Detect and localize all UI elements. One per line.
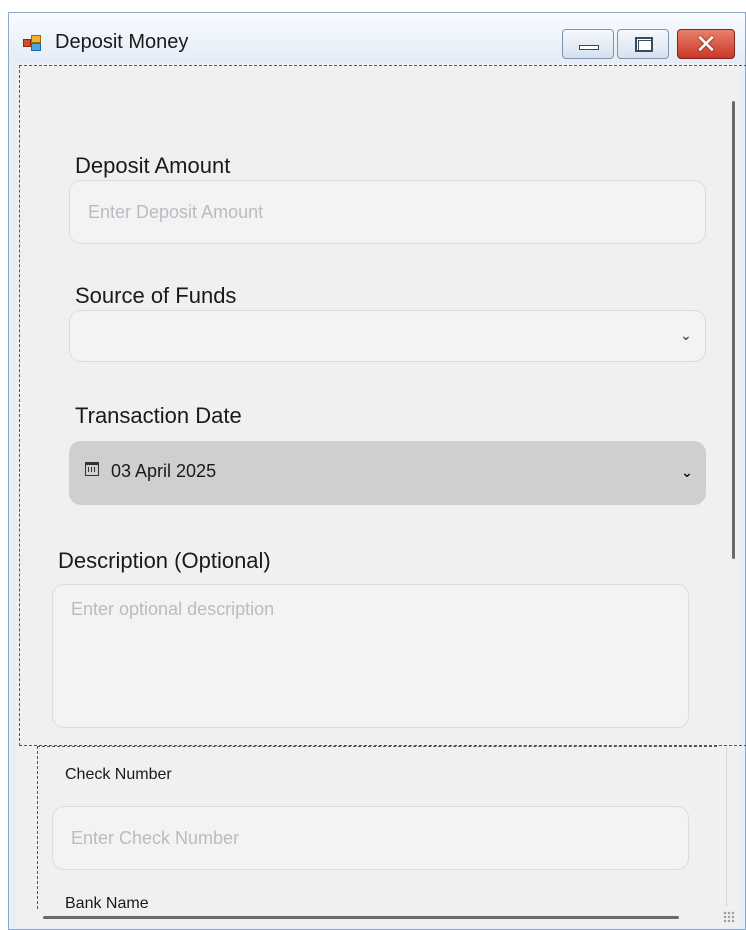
source-of-funds-select[interactable]: ⌄: [69, 310, 706, 362]
close-icon: ✕: [695, 29, 717, 59]
vertical-scrollbar[interactable]: [732, 101, 735, 559]
chevron-down-icon: ⌄: [680, 327, 692, 343]
minimize-icon: [579, 45, 599, 50]
transaction-date-value: 03 April 2025: [111, 461, 217, 481]
deposit-amount-input[interactable]: [70, 181, 705, 243]
check-number-input[interactable]: [53, 807, 688, 869]
description-label: Description (Optional): [58, 548, 271, 573]
source-of-funds-label: Source of Funds: [75, 283, 237, 308]
window-title: Deposit Money: [55, 31, 189, 53]
bank-name-label: Bank Name: [65, 895, 149, 912]
bank-name-clip: Bank Name: [25, 893, 725, 915]
deposit-money-window: Deposit Money ✕ Deposit Amount Source of…: [8, 12, 746, 930]
deposit-amount-label: Deposit Amount: [75, 153, 231, 178]
form-client-area: Deposit Amount Source of Funds ⌄ Transac…: [17, 63, 746, 927]
description-textarea[interactable]: [53, 585, 688, 727]
description-field[interactable]: [52, 584, 689, 728]
deposit-amount-field[interactable]: [69, 180, 706, 244]
calendar-icon: [85, 462, 99, 476]
app-icon: [23, 35, 41, 51]
desktop-background: [0, 0, 746, 12]
close-button[interactable]: ✕: [677, 29, 735, 59]
transaction-date-label: Transaction Date: [75, 403, 242, 428]
check-number-label: Check Number: [65, 766, 172, 783]
check-number-field[interactable]: [52, 806, 689, 870]
maximize-button[interactable]: [617, 29, 669, 59]
transaction-date-picker[interactable]: 03 April 2025 ⌄: [69, 441, 706, 505]
panel-separator: [726, 747, 727, 907]
minimize-button[interactable]: [562, 29, 614, 59]
chevron-down-icon: ⌄: [681, 464, 693, 480]
horizontal-scrollbar[interactable]: [43, 916, 679, 919]
title-bar[interactable]: Deposit Money ✕: [9, 13, 745, 63]
resize-grip-icon[interactable]: [723, 911, 735, 923]
maximize-icon: [635, 37, 653, 52]
